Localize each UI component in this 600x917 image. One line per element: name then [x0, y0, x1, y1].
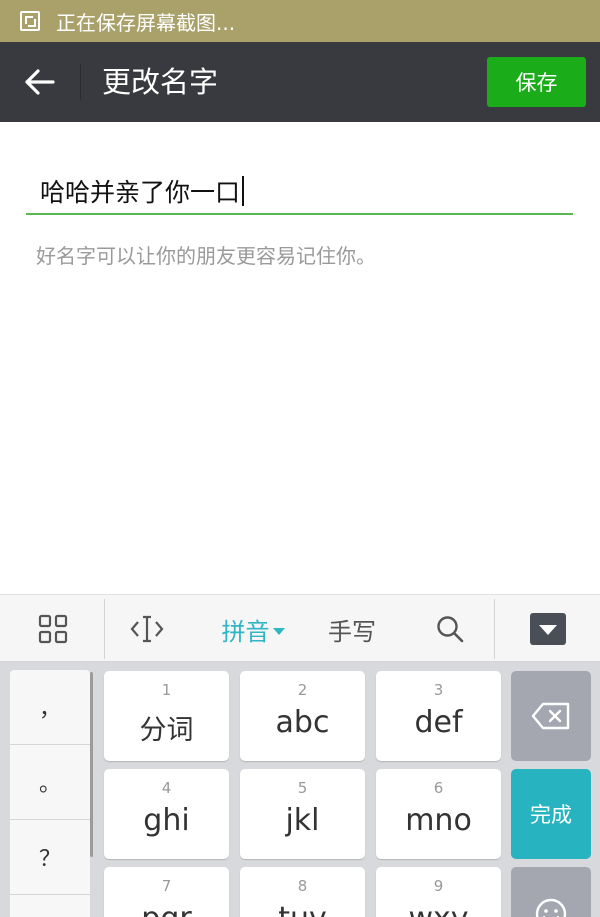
caret-down-icon — [272, 627, 285, 635]
ime-cursor-button[interactable] — [115, 595, 179, 663]
key-label: pqr — [104, 901, 229, 917]
key-number: 9 — [433, 877, 444, 895]
header-divider — [80, 64, 81, 100]
hide-keyboard-button[interactable] — [518, 595, 578, 663]
name-hint: 好名字可以让你的朋友更容易记住你。 — [36, 244, 376, 268]
delete-key[interactable] — [511, 671, 591, 761]
ime-separator — [494, 599, 495, 659]
handwrite-label: 手写 — [328, 617, 376, 646]
ime-handwrite-tab[interactable]: 手写 — [312, 595, 392, 663]
key-number: 6 — [433, 779, 444, 797]
done-key[interactable]: 完成 — [511, 769, 591, 859]
key-4[interactable]: 4 ghi — [104, 769, 229, 859]
punctuation-key[interactable]: 。 — [10, 745, 90, 820]
key-3[interactable]: 3 def — [376, 671, 501, 761]
punctuation-column: ， 。 ？ — [10, 670, 90, 917]
key-label: tuv — [240, 901, 365, 917]
key-label: wxy — [376, 901, 501, 917]
punctuation-scrollbar[interactable] — [90, 672, 93, 857]
name-value-text: 哈哈并亲了你一口 — [40, 178, 241, 207]
key-1[interactable]: 1 分词 — [104, 671, 229, 761]
grid-icon — [38, 614, 68, 644]
ime-search-button[interactable] — [418, 595, 482, 663]
name-input-value: 哈哈并亲了你一口 — [40, 173, 245, 209]
key-number: 8 — [297, 877, 308, 895]
key-6[interactable]: 6 mno — [376, 769, 501, 859]
key-2[interactable]: 2 abc — [240, 671, 365, 761]
back-arrow-icon — [25, 69, 55, 95]
action-bar: 更改名字 保存 — [0, 42, 600, 122]
backspace-icon — [531, 702, 570, 730]
ime-separator — [104, 599, 105, 659]
key-number: 4 — [161, 779, 172, 797]
emoji-key[interactable] — [511, 867, 591, 917]
keyboard: ， 。 ？ 1 分词 2 abc 3 def 4 ghi 5 jkl 6 mno… — [0, 662, 600, 917]
key-label: 分词 — [139, 715, 194, 746]
pinyin-label: 拼音 — [221, 617, 270, 646]
key-number: 5 — [297, 779, 308, 797]
save-button[interactable]: 保存 — [487, 57, 586, 107]
key-number: 1 — [161, 681, 172, 699]
emoji-icon — [535, 898, 567, 917]
ime-pinyin-tab[interactable]: 拼音 — [208, 595, 298, 663]
text-cursor — [242, 176, 245, 206]
key-9[interactable]: 9 wxy — [376, 867, 501, 917]
key-label: def — [414, 705, 463, 740]
punctuation-key[interactable]: ， — [10, 670, 90, 745]
key-number: 3 — [433, 681, 444, 699]
name-input[interactable]: 哈哈并亲了你一口 — [26, 165, 573, 215]
key-label: abc — [275, 705, 330, 740]
punctuation-key[interactable]: ？ — [10, 820, 90, 895]
hide-keyboard-icon — [530, 613, 566, 645]
page-title: 更改名字 — [102, 65, 219, 99]
key-number: 2 — [297, 681, 308, 699]
ime-toolbar: 拼音 手写 — [0, 594, 600, 662]
key-8[interactable]: 8 tuv — [240, 867, 365, 917]
back-button[interactable] — [14, 58, 66, 106]
key-label: jkl — [285, 803, 320, 838]
screenshot-icon — [20, 11, 40, 31]
cursor-move-icon — [130, 615, 164, 643]
key-number: 7 — [161, 877, 172, 895]
key-7[interactable]: 7 pqr — [104, 867, 229, 917]
key-label: mno — [405, 803, 472, 838]
key-5[interactable]: 5 jkl — [240, 769, 365, 859]
ime-grid-button[interactable] — [18, 595, 88, 663]
status-text: 正在保存屏幕截图... — [56, 10, 236, 35]
search-icon — [437, 616, 464, 643]
key-label: ghi — [143, 803, 190, 838]
status-bar: 正在保存屏幕截图... — [0, 0, 600, 42]
